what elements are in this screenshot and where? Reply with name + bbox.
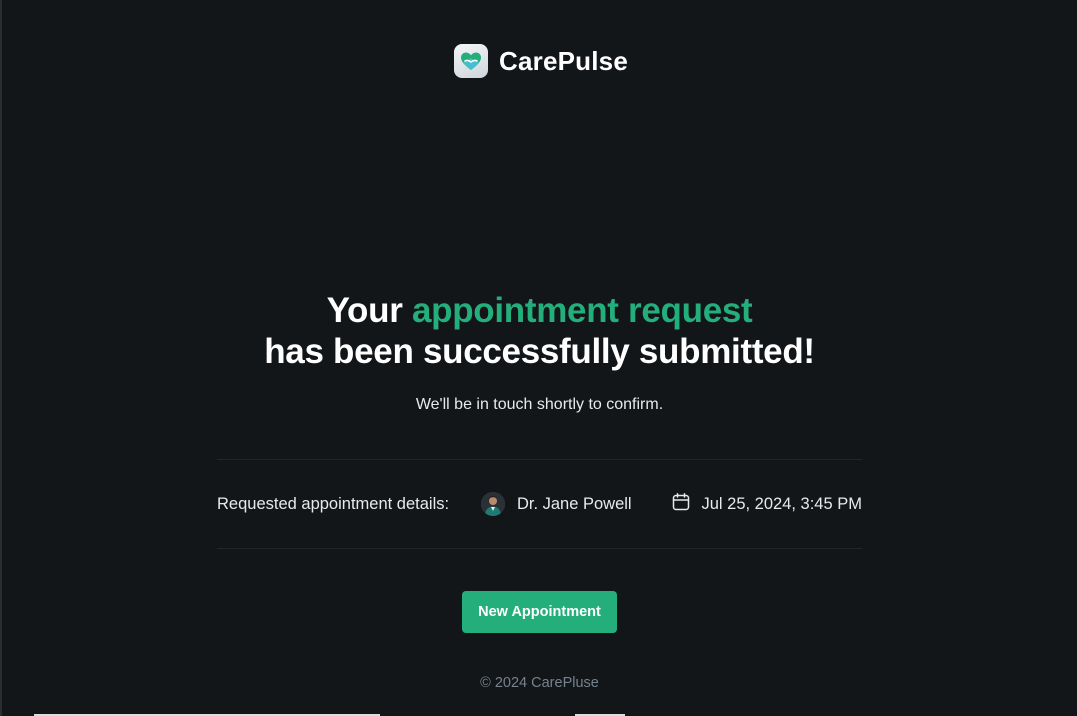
- bottom-divider: [217, 548, 862, 549]
- appointment-details: Requested appointment details: Dr. Jane …: [217, 490, 862, 518]
- headline-prefix: Your: [326, 291, 412, 330]
- doctor-info: Dr. Jane Powell: [480, 492, 632, 516]
- doctor-name: Dr. Jane Powell: [516, 494, 632, 513]
- brand-name: CarePulse: [499, 45, 628, 76]
- details-label: Requested appointment details:: [217, 494, 450, 513]
- success-headline: Your appointment request has been succes…: [2, 290, 1077, 372]
- confirmation-subtext: We'll be in touch shortly to confirm.: [415, 396, 664, 413]
- headline-accent: appointment request: [411, 291, 753, 330]
- copyright-text: © 2024 CarePluse: [480, 675, 599, 691]
- top-divider: [217, 459, 862, 460]
- new-appointment-button[interactable]: New Appointment: [462, 591, 617, 633]
- heart-hands-logo-icon: [454, 44, 488, 78]
- datetime-text: Jul 25, 2024, 3:45 PM: [701, 494, 862, 513]
- calendar-icon: [671, 492, 691, 517]
- doctor-avatar: [480, 492, 505, 516]
- brand-logo[interactable]: CarePulse: [454, 44, 628, 78]
- headline-suffix: has been successfully submitted!: [264, 332, 815, 371]
- appointment-datetime: Jul 25, 2024, 3:45 PM: [671, 492, 862, 517]
